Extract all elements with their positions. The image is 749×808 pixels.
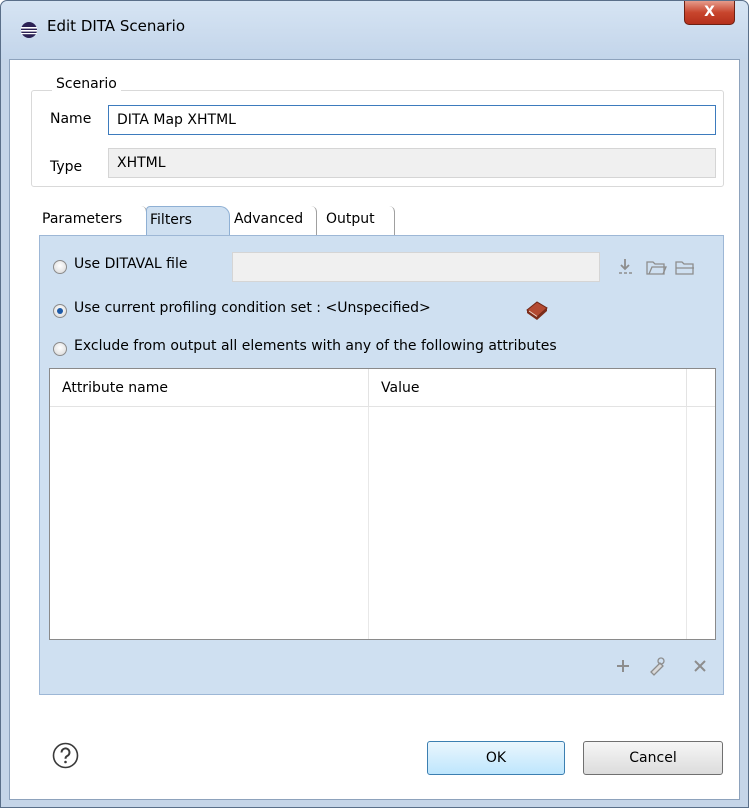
profiling-label: Use current profiling condition set : <U…	[74, 300, 431, 316]
attributes-table[interactable]: Attribute name Value	[49, 368, 716, 640]
tab-output[interactable]: Output	[323, 206, 395, 236]
column-header-filler	[687, 369, 715, 407]
column-header-attribute-name[interactable]: Attribute name	[50, 369, 369, 407]
profiling-radio[interactable]	[53, 304, 67, 318]
browse-workspace-icon[interactable]	[645, 256, 667, 278]
tab-label: Advanced	[234, 211, 304, 227]
name-label: Name	[50, 111, 92, 127]
exclude-radio[interactable]	[53, 342, 67, 356]
ditaval-radio[interactable]	[53, 260, 67, 274]
remove-icon[interactable]	[691, 657, 709, 675]
eclipse-icon	[21, 22, 37, 38]
type-label: Type	[50, 159, 83, 175]
tab-label: Output	[326, 211, 375, 227]
cancel-button[interactable]: Cancel	[583, 741, 723, 775]
window-title: Edit DITA Scenario	[47, 17, 186, 35]
help-icon[interactable]	[52, 742, 79, 769]
column-divider	[686, 407, 687, 639]
tab-label: Filters	[150, 212, 192, 228]
tab-advanced[interactable]: Advanced	[231, 206, 317, 236]
column-divider	[368, 407, 369, 639]
close-button[interactable]: X	[684, 1, 735, 25]
ditaval-label: Use DITAVAL file	[74, 256, 188, 272]
ok-button[interactable]: OK	[427, 741, 565, 775]
edit-icon[interactable]	[646, 655, 668, 677]
browse-local-icon[interactable]	[674, 256, 696, 278]
tab-parameters[interactable]: Parameters	[39, 206, 147, 236]
insert-editor-variables-icon[interactable]	[614, 256, 636, 278]
type-field: XHTML	[108, 148, 716, 178]
tab-filters[interactable]: Filters	[146, 206, 230, 236]
scenario-group-label: Scenario	[52, 76, 121, 92]
title-bar[interactable]: Edit DITA Scenario X	[1, 1, 748, 59]
name-field[interactable]: DITA Map XHTML	[108, 105, 716, 135]
add-icon[interactable]	[614, 657, 632, 675]
exclude-label: Exclude from output all elements with an…	[74, 338, 557, 354]
column-header-value[interactable]: Value	[369, 369, 687, 407]
ditaval-file-field[interactable]	[232, 252, 600, 282]
book-icon[interactable]	[524, 298, 550, 322]
tab-label: Parameters	[42, 211, 123, 227]
